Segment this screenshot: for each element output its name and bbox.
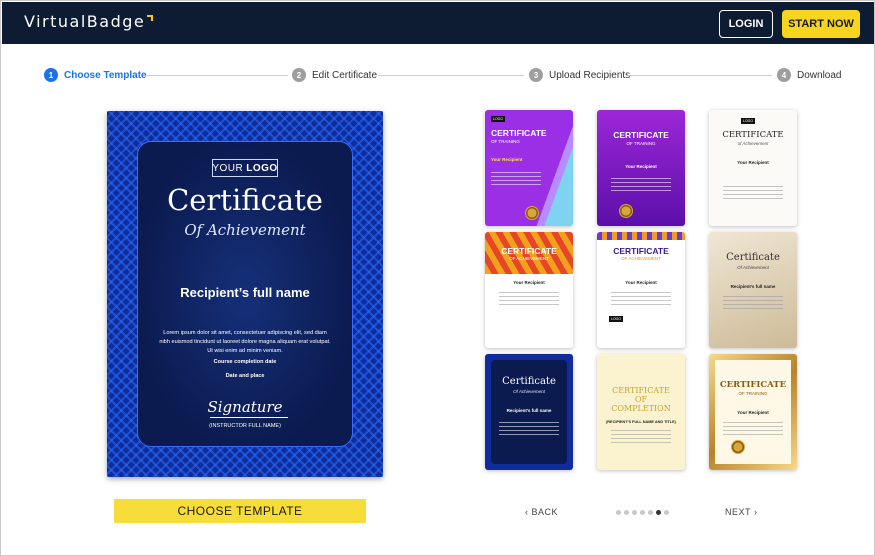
template-thumb-4[interactable]: CERTIFICATE OF ACHIEVEMENT Your Recipien… xyxy=(485,232,573,348)
template-thumb-8[interactable]: CERTIFICATE OF COMPLETION (RECIPIENT'S F… xyxy=(597,354,685,470)
certificate-body-text: Lorem ipsum dolor sit amet, consectetuer… xyxy=(159,330,331,354)
login-button[interactable]: LOGIN xyxy=(719,10,773,38)
thumb-recipient: Your Recipient xyxy=(737,160,769,165)
step-number: 3 xyxy=(529,68,543,82)
thumb-title: Certificate xyxy=(726,252,780,263)
thumb-recipient: (RECIPIENT'S FULL NAME AND TITLE) xyxy=(606,420,676,424)
thumb-subtitle: Of Achievement xyxy=(737,265,769,270)
chevron-right-icon: › xyxy=(751,507,758,517)
thumb-recipient: Recipient’s full name xyxy=(730,284,776,289)
thumb-subtitle: OF TRAINING xyxy=(491,139,520,144)
thumb-recipient: Your Recipient xyxy=(737,410,769,415)
step-upload-recipients[interactable]: 3 Upload Recipients xyxy=(529,68,630,82)
thumb-logo: LOGO xyxy=(491,116,506,122)
thumb-title: CERTIFICATE xyxy=(613,246,669,256)
step-number: 2 xyxy=(292,68,306,82)
thumb-title: CERTIFICATE OF COMPLETION xyxy=(611,386,671,413)
step-label: Upload Recipients xyxy=(549,69,631,81)
page-dot[interactable] xyxy=(616,510,621,515)
app-frame: VirtualBadge LOGIN START NOW 1 Choose Te… xyxy=(0,0,875,556)
back-button[interactable]: ‹ BACK xyxy=(525,507,558,517)
thumb-recipient: Your Recipient xyxy=(513,280,545,285)
thumb-title: CERTIFICATE xyxy=(722,130,784,140)
certificate-subtitle: Of Achievement xyxy=(184,221,306,239)
thumb-subtitle: OF TRAINING xyxy=(626,141,656,146)
certificate-title: Certificate xyxy=(167,183,323,217)
template-thumb-2[interactable]: CERTIFICATE OF TRAINING Your Recipient xyxy=(597,110,685,226)
page-dot[interactable] xyxy=(624,510,629,515)
thumb-title: CERTIFICATE xyxy=(491,128,547,138)
page-dot[interactable] xyxy=(656,510,661,515)
template-thumb-5[interactable]: CERTIFICATE OF ACHIEVEMENT Your Recipien… xyxy=(597,232,685,348)
seal-icon xyxy=(731,440,745,454)
thumb-logo: LOGO xyxy=(609,316,624,322)
seal-icon xyxy=(525,206,539,220)
thumb-subtitle: OF TRAINING xyxy=(738,391,768,396)
seal-icon xyxy=(619,204,633,218)
signature: Signature xyxy=(207,398,283,416)
page-dot[interactable] xyxy=(640,510,645,515)
thumb-subtitle: OF ACHIEVEMENT xyxy=(621,256,661,261)
progress-stepper: 1 Choose Template 2 Edit Certificate 3 U… xyxy=(44,68,844,84)
step-download[interactable]: 4 Download xyxy=(777,68,841,82)
signature-line xyxy=(210,417,288,418)
step-number: 4 xyxy=(777,68,791,82)
step-connector xyxy=(146,75,288,76)
top-nav-bar: VirtualBadge LOGIN START NOW xyxy=(2,2,874,44)
thumb-subtitle: Of Achievement xyxy=(513,389,545,394)
step-edit-certificate[interactable]: 2 Edit Certificate xyxy=(292,68,377,82)
step-label: Download xyxy=(797,69,842,81)
date-and-place: Date and place xyxy=(225,373,265,379)
next-button[interactable]: NEXT › xyxy=(725,507,758,517)
thumb-recipient: Your Recipient xyxy=(491,157,523,162)
template-thumb-9[interactable]: CERTIFICATE OF TRAINING Your Recipient xyxy=(709,354,797,470)
thumb-title: CERTIFICATE xyxy=(719,380,787,390)
step-connector xyxy=(378,75,524,76)
thumb-recipient: Recipient’s full name xyxy=(506,408,552,413)
thumb-title: CERTIFICATE xyxy=(501,246,557,256)
step-connector xyxy=(628,75,772,76)
template-thumb-7[interactable]: Certificate Of Achievement Recipient’s f… xyxy=(485,354,573,470)
virtualbadge-logo[interactable]: VirtualBadge xyxy=(24,12,154,31)
thumb-title: CERTIFICATE xyxy=(613,130,669,140)
step-choose-template[interactable]: 1 Choose Template xyxy=(44,68,147,82)
logo-corner-icon xyxy=(147,15,154,21)
page-dot[interactable] xyxy=(632,510,637,515)
start-now-button[interactable]: START NOW xyxy=(782,10,860,38)
thumb-recipient: Your Recipient xyxy=(625,280,657,285)
page-dot[interactable] xyxy=(664,510,669,515)
template-thumb-3[interactable]: LOGO CERTIFICATE of Achievement Your Rec… xyxy=(709,110,797,226)
thumb-title: Certificate xyxy=(502,376,556,387)
thumb-subtitle: of Achievement xyxy=(737,141,769,146)
your-logo-placeholder: YOUR LOGO xyxy=(212,159,278,177)
completion-date: Course completion date xyxy=(213,359,277,365)
thumb-recipient: Your Recipient xyxy=(625,164,657,169)
page-dot[interactable] xyxy=(648,510,653,515)
thumb-subtitle: OF ACHIEVEMENT xyxy=(509,256,549,261)
instructor-name: (INSTRUCTOR FULL NAME) xyxy=(209,423,281,429)
certificate-preview: YOUR LOGO Certificate Of Achievement Reci… xyxy=(107,111,383,477)
thumb-logo: LOGO xyxy=(741,118,756,124)
choose-template-button[interactable]: CHOOSE TEMPLATE xyxy=(114,499,366,523)
template-thumb-1[interactable]: LOGO CERTIFICATE OF TRAINING Your Recipi… xyxy=(485,110,573,226)
step-label: Edit Certificate xyxy=(312,69,378,81)
step-number: 1 xyxy=(44,68,58,82)
recipient-name: Recipient’s full name xyxy=(180,285,310,300)
step-label: Choose Template xyxy=(64,69,147,81)
template-thumb-6[interactable]: Certificate Of Achievement Recipient’s f… xyxy=(709,232,797,348)
page-dots xyxy=(616,510,669,515)
